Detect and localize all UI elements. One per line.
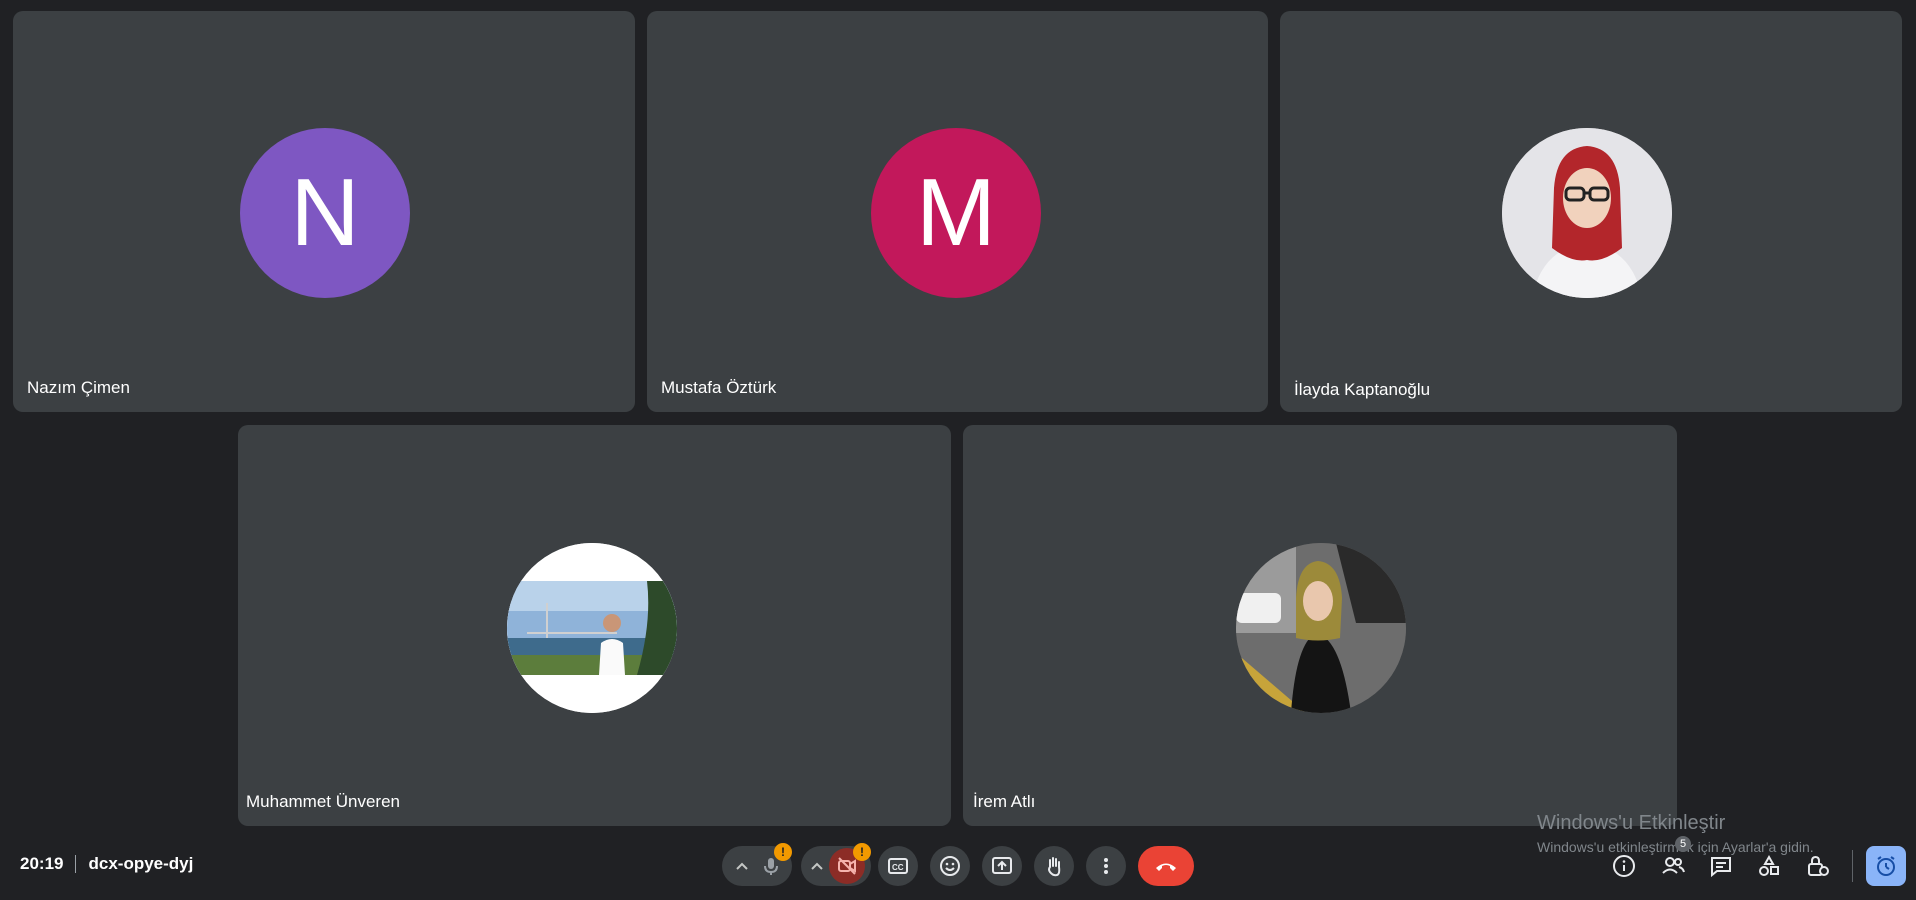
- end-call-button[interactable]: [1138, 846, 1194, 886]
- avatar-initial: N: [290, 159, 360, 266]
- watermark-title: Windows'u Etkinleştir: [1537, 812, 1726, 834]
- people-button[interactable]: [1658, 851, 1688, 881]
- participant-tile[interactable]: N Nazım Çimen: [13, 11, 635, 412]
- avatar-initial: M: [916, 159, 996, 266]
- participant-name: İrem Atlı: [973, 792, 1036, 811]
- raise-hand-button[interactable]: [1034, 846, 1074, 886]
- end-call-icon: [1156, 863, 1176, 871]
- emoji-icon: [940, 856, 960, 876]
- divider: [1852, 850, 1853, 882]
- chat-button[interactable]: [1706, 851, 1736, 881]
- captions-button[interactable]: CC: [878, 846, 918, 886]
- participants-count-badge: 5: [1675, 836, 1691, 852]
- participant-name: İlayda Kaptanoğlu: [1294, 380, 1431, 399]
- chat-icon: [1711, 857, 1731, 878]
- meeting-details-button[interactable]: [1609, 851, 1639, 881]
- host-controls-button[interactable]: [1802, 851, 1832, 881]
- reactions-button[interactable]: [930, 846, 970, 886]
- activities-button[interactable]: [1754, 851, 1784, 881]
- participant-tile[interactable]: İlayda Kaptanoğlu: [1280, 11, 1902, 412]
- more-options-button[interactable]: [1086, 846, 1126, 886]
- svg-text:CC: CC: [892, 863, 904, 872]
- participant-tile[interactable]: Muhammet Ünveren: [238, 425, 951, 826]
- participant-tile[interactable]: İrem Atlı: [963, 425, 1677, 826]
- timer-icon: [1877, 856, 1895, 876]
- captions-icon: CC: [888, 858, 908, 874]
- audio-options-group: !: [722, 843, 792, 886]
- present-screen-icon: [992, 857, 1012, 874]
- avatar-photo: [1236, 543, 1406, 713]
- participant-name: Nazım Çimen: [27, 378, 130, 397]
- video-options-group: !: [801, 843, 871, 886]
- mic-warning-badge: !: [774, 843, 792, 861]
- chevron-up-icon[interactable]: [807, 856, 827, 876]
- camera-warning-badge: !: [853, 843, 871, 861]
- chevron-up-icon[interactable]: [732, 856, 752, 876]
- avatar-photo: [1502, 128, 1672, 298]
- avatar: M: [871, 128, 1041, 298]
- avatar: N: [240, 128, 410, 298]
- present-button[interactable]: [982, 846, 1022, 886]
- timer-button[interactable]: [1866, 846, 1906, 886]
- more-options-icon: [1104, 858, 1108, 874]
- participant-tile[interactable]: M Mustafa Öztürk: [647, 11, 1268, 412]
- info-icon: [1613, 855, 1635, 877]
- participant-name: Muhammet Ünveren: [246, 792, 401, 811]
- people-icon: [1662, 857, 1685, 874]
- avatar-photo: [507, 543, 677, 713]
- raise-hand-icon: [1048, 857, 1061, 877]
- host-controls-icon: [1808, 855, 1829, 876]
- participant-name: Mustafa Öztürk: [661, 378, 777, 397]
- activities-icon: [1759, 854, 1779, 876]
